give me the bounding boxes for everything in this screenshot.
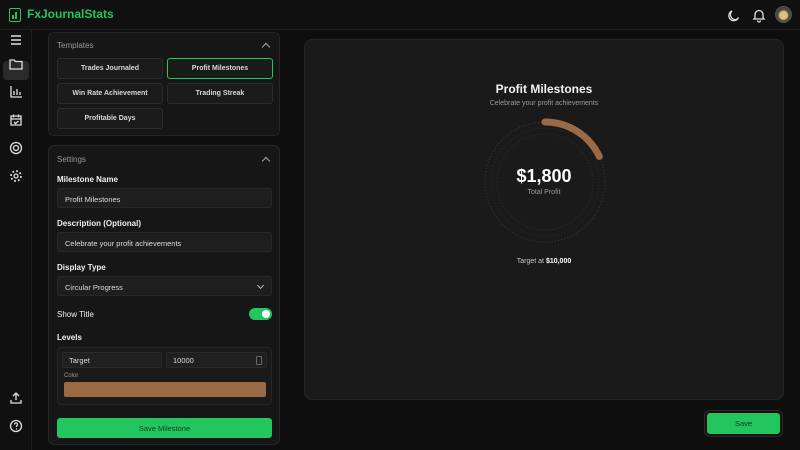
target-value: $10,000 xyxy=(545,258,572,265)
preview-value-label: Total Profit xyxy=(527,189,561,196)
bar-chart-icon[interactable] xyxy=(8,84,24,100)
template-trading-streak[interactable]: Trading Streak xyxy=(167,83,273,104)
template-trades-journaled[interactable]: Trades Journaled xyxy=(57,58,163,79)
target-icon[interactable] xyxy=(8,140,24,156)
target-prefix: Target at xyxy=(516,258,546,265)
preview-subtitle: Celebrate your profit achievements xyxy=(489,100,599,107)
save-milestone-button[interactable]: Save Milestone xyxy=(57,418,272,438)
levels-label: Levels xyxy=(57,333,82,342)
chevron-down-icon xyxy=(256,281,265,290)
sidebar-rail xyxy=(0,30,32,450)
templates-panel: Templates Trades Journaled Profit Milest… xyxy=(48,32,280,136)
logo-icon xyxy=(9,8,21,22)
template-profit-milestones[interactable]: Profit Milestones xyxy=(167,58,273,79)
show-title-label: Show Title xyxy=(57,310,94,319)
preview-title: Profit Milestones xyxy=(495,82,593,96)
level-value-input[interactable]: 10000 xyxy=(166,352,267,368)
color-label: Color xyxy=(64,373,79,379)
calendar-check-icon[interactable] xyxy=(8,112,24,128)
save-button[interactable]: Save xyxy=(707,413,780,434)
upload-icon[interactable] xyxy=(8,390,24,406)
menu-icon[interactable] xyxy=(8,32,24,48)
help-icon[interactable] xyxy=(8,418,24,434)
milestone-name-label: Milestone Name xyxy=(57,175,118,184)
stepper-icon[interactable] xyxy=(256,356,262,365)
level-color-swatch[interactable] xyxy=(64,382,266,397)
display-type-select[interactable]: Circular Progress xyxy=(57,276,272,296)
avatar[interactable] xyxy=(775,6,792,23)
collapse-chevron-icon[interactable] xyxy=(261,156,271,166)
show-title-toggle[interactable] xyxy=(249,308,272,320)
milestone-name-input[interactable]: Profit Milestones xyxy=(57,188,272,208)
description-input[interactable]: Celebrate your profit achievements xyxy=(57,232,272,252)
progress-arc xyxy=(541,118,603,160)
display-type-value: Circular Progress xyxy=(65,283,123,292)
preview-target: Target at $10,000 xyxy=(305,258,783,265)
description-label: Description (Optional) xyxy=(57,219,141,228)
bell-icon[interactable] xyxy=(751,7,767,23)
gear-icon[interactable] xyxy=(8,168,24,184)
top-bar: FxJournalStats xyxy=(0,0,800,30)
app-title: FxJournalStats xyxy=(27,7,114,21)
level-row: Target 10000 Color xyxy=(57,347,272,405)
milestone-preview: Profit Milestones Celebrate your profit … xyxy=(304,39,784,400)
settings-panel: Settings Milestone Name Profit Milestone… xyxy=(48,145,280,445)
display-type-label: Display Type xyxy=(57,263,106,272)
preview-value: $1,800 xyxy=(516,166,572,186)
level-value: 10000 xyxy=(173,356,194,365)
folder-icon[interactable] xyxy=(8,56,24,72)
template-win-rate[interactable]: Win Rate Achievement xyxy=(57,83,163,104)
template-profitable-days[interactable]: Profitable Days xyxy=(57,108,163,129)
level-name-input[interactable]: Target xyxy=(62,352,162,368)
templates-heading: Templates xyxy=(57,41,94,50)
settings-heading: Settings xyxy=(57,155,86,164)
moon-icon[interactable] xyxy=(726,7,742,23)
collapse-chevron-icon[interactable] xyxy=(261,42,271,52)
